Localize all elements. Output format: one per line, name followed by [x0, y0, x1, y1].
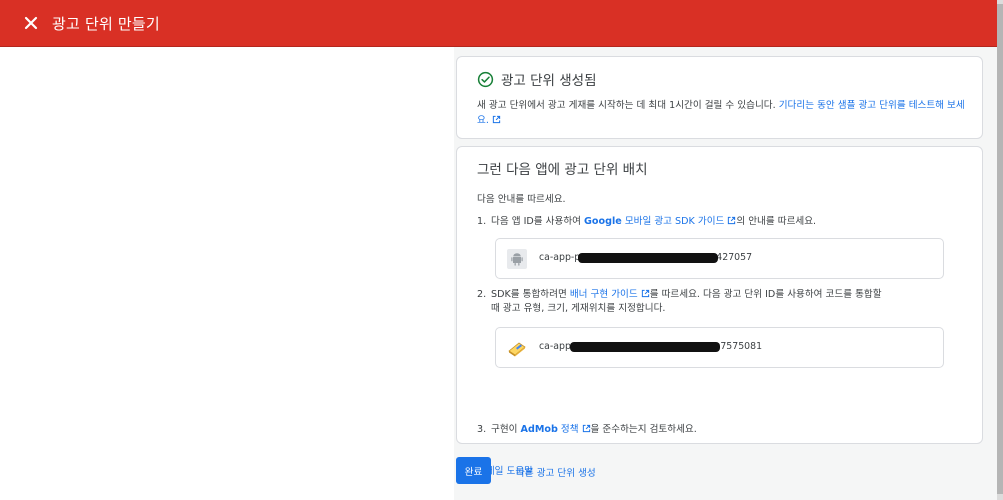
admob-policy-link-rest: 정책 [557, 424, 579, 435]
step-1-text: 다음 앱 ID를 사용하여 [491, 216, 585, 227]
step-number: 3. [477, 424, 487, 435]
redaction-mark [570, 342, 720, 352]
step-3-post: 을 준수하는지 검토하세요. [590, 424, 697, 435]
ad-unit-icon [508, 342, 526, 357]
step-3: 3. 구현이 AdMob 정책 을 준수하는지 검토하세요. [477, 423, 697, 437]
android-icon [507, 249, 527, 269]
step-3-text: 구현이 [491, 424, 521, 435]
scrollbar[interactable] [997, 0, 1003, 500]
external-link-icon[interactable] [582, 424, 591, 433]
ad-unit-id-suffix: 7575081 [720, 341, 763, 352]
sdk-guide-link[interactable]: Google 모바일 광고 SDK 가이드 [584, 216, 724, 227]
placement-title: 그런 다음 앱에 광고 단위 배치 [477, 162, 648, 178]
app-id-box[interactable]: ca-app-p 427057 [495, 238, 944, 279]
step-number: 1. [477, 216, 487, 227]
placement-card: 그런 다음 앱에 광고 단위 배치 다음 안내를 따르세요. 1. 다음 앱 ID… [456, 146, 983, 477]
step-1-post: 의 안내를 따르세요. [736, 216, 817, 227]
sdk-guide-link-bold: Google [584, 216, 622, 227]
step-2-text: SDK를 통합하려면 [491, 289, 570, 300]
step-2-line2: 때 광고 유형, 크기, 게재위치를 지정합니다. [491, 303, 666, 314]
success-desc-text: 새 광고 단위에서 광고 게재를 시작하는 데 최대 1시간이 걸릴 수 있습니… [477, 100, 779, 111]
sdk-guide-link-rest: 모바일 광고 SDK 가이드 [621, 216, 725, 227]
success-description: 새 광고 단위에서 광고 게재를 시작하는 데 최대 1시간이 걸릴 수 있습니… [477, 98, 972, 128]
step-1: 1. 다음 앱 ID를 사용하여 Google 모바일 광고 SDK 가이드 의 안… [477, 215, 816, 229]
ad-unit-id-box[interactable]: ca-app- 7575081 [495, 327, 944, 368]
success-header: 광고 단위 생성됨 [477, 69, 597, 89]
app-id-suffix: 427057 [716, 252, 753, 263]
scrollbar-thumb[interactable] [997, 4, 1003, 494]
main-area: 광고 단위 생성됨 새 광고 단위에서 광고 게재를 시작하는 데 최대 1시간… [0, 47, 997, 500]
top-app-bar: 광고 단위 만들기 [0, 0, 997, 47]
success-card: 광고 단위 생성됨 새 광고 단위에서 광고 게재를 시작하는 데 최대 1시간… [456, 56, 983, 139]
external-link-icon[interactable] [641, 289, 650, 298]
create-another-ad-unit-link[interactable]: 다른 광고 단위 생성 [516, 465, 596, 479]
page-title: 광고 단위 만들기 [52, 15, 160, 33]
external-link-icon[interactable] [492, 115, 501, 124]
external-link-icon[interactable] [727, 216, 736, 225]
step-number: 2. [477, 289, 487, 300]
admob-policy-link-bold: AdMob [520, 424, 558, 435]
done-button[interactable]: 완료 [456, 457, 491, 484]
app-id-prefix: ca-app-p [539, 252, 581, 263]
check-circle-icon [477, 71, 494, 87]
redaction-mark [578, 253, 718, 263]
guide-text: 다음 안내를 따르세요. [477, 194, 566, 205]
success-title: 광고 단위 생성됨 [501, 73, 597, 89]
step-2: 2. SDK를 통합하려면 배너 구현 가이드 를 따르세요. 다음 광고 단위 I… [477, 288, 967, 316]
banner-guide-link[interactable]: 배너 구현 가이드 [570, 289, 638, 300]
step-2-post: 를 따르세요. 다음 광고 단위 ID를 사용하여 코드를 통합할 [649, 289, 882, 300]
close-icon[interactable] [20, 12, 42, 34]
left-pane [0, 47, 454, 500]
admob-policy-link[interactable]: AdMob 정책 [521, 424, 579, 435]
